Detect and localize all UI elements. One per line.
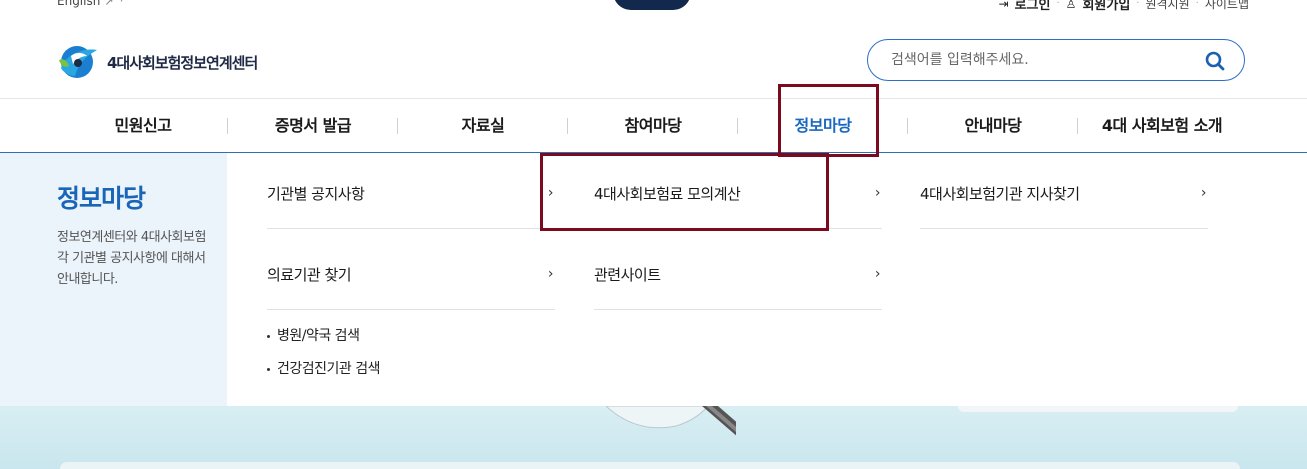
gnb-divider	[737, 118, 738, 134]
signup-link[interactable]: 회원가입	[1082, 0, 1130, 13]
remote-support-link[interactable]: 원격지원	[1145, 0, 1189, 12]
submenu-medical-finder[interactable]: 의료기관 찾기 ›	[267, 239, 555, 310]
submenu-hospital-search[interactable]: 병원/약국 검색	[267, 325, 360, 345]
mega-menu-panel: 정보마당 정보연계센터와 4대사회보험 각 기관별 공지사항에 대해서 안내합니…	[0, 153, 1307, 406]
logo-text: 4대사회보험정보연계센터	[107, 53, 258, 72]
main-navigation: 민원신고 증명서 발급 자료실 참여마당 정보마당 안내마당 4대 사회보험 소…	[0, 98, 1307, 153]
gnb-item-certificate[interactable]: 증명서 발급	[242, 99, 384, 153]
mega-menu-title: 정보마당	[57, 184, 146, 213]
mega-menu-side: 정보마당 정보연계센터와 4대사회보험 각 기관별 공지사항에 대해서 안내합니…	[0, 153, 227, 406]
gnb-item-guide[interactable]: 안내마당	[922, 99, 1064, 153]
submenu-related-sites[interactable]: 관련사이트 ›	[594, 239, 882, 310]
submenu-premium-calculator[interactable]: 4대사회보험료 모의계산 ›	[594, 158, 882, 229]
utility-links: ⇥ 로그인 · ♙ 회원가입 · 원격지원 · 사이트맵	[999, 0, 1249, 13]
submenu-branch-finder[interactable]: 4대사회보험기관 지사찾기 ›	[920, 158, 1208, 229]
center-menu-pill[interactable]	[613, 0, 691, 10]
submenu-agency-notices[interactable]: 기관별 공지사항 ›	[267, 158, 555, 229]
gnb-divider	[1077, 118, 1078, 134]
submenu-health-checkup-search[interactable]: 건강검진기관 검색	[267, 358, 381, 378]
gnb-item-information[interactable]: 정보마당	[752, 99, 894, 153]
language-selector[interactable]: English ↗ ·	[57, 0, 123, 8]
site-logo[interactable]: 4대사회보험정보연계센터	[57, 42, 258, 82]
submenu-label: 관련사이트	[594, 265, 661, 284]
login-icon: ⇥	[998, 0, 1009, 11]
user-icon: ♙	[1065, 0, 1077, 11]
separator-dot: ·	[119, 0, 124, 8]
mega-menu-description: 정보연계센터와 4대사회보험 각 기관별 공지사항에 대해서 안내합니다.	[57, 230, 206, 287]
bullet-icon	[267, 367, 270, 371]
gnb-divider	[397, 118, 398, 134]
submenu-label: 4대사회보험기관 지사찾기	[920, 184, 1080, 203]
chevron-right-icon: ›	[1200, 185, 1207, 201]
gnb-item-complaint[interactable]: 민원신고	[72, 99, 214, 153]
login-link[interactable]: 로그인	[1015, 0, 1051, 13]
bullet-icon	[267, 334, 270, 338]
submenu-label: 4대사회보험료 모의계산	[594, 184, 741, 203]
chevron-right-icon: ›	[547, 266, 554, 282]
hero-bottom-panel	[60, 462, 1240, 469]
gnb-item-archive[interactable]: 자료실	[412, 99, 554, 153]
gnb-divider	[567, 118, 568, 134]
gnb-divider	[907, 118, 908, 134]
sitemap-link[interactable]: 사이트맵	[1205, 0, 1249, 12]
chevron-right-icon: ›	[547, 185, 554, 201]
submenu-item-label: 병원/약국 검색	[277, 328, 360, 344]
gnb-divider	[227, 118, 228, 134]
search-box	[867, 39, 1245, 81]
chevron-right-icon: ›	[874, 185, 881, 201]
gnb-item-participation[interactable]: 참여마당	[582, 99, 724, 153]
submenu-label: 의료기관 찾기	[267, 265, 352, 284]
chevron-right-icon: ›	[874, 266, 881, 282]
magnifier-illustration	[606, 406, 736, 436]
language-label: English	[57, 0, 101, 8]
submenu-item-label: 건강검진기관 검색	[277, 361, 381, 377]
logo-emblem-icon	[59, 46, 97, 78]
search-input[interactable]	[889, 51, 1193, 69]
hero-card	[958, 406, 1238, 412]
separator-dot: ·	[1136, 0, 1140, 9]
separator-dot: ·	[1195, 0, 1199, 9]
external-link-icon: ↗	[104, 0, 114, 8]
submenu-label: 기관별 공지사항	[267, 184, 365, 203]
search-icon[interactable]	[1204, 50, 1226, 72]
separator-dot: ·	[1056, 0, 1060, 9]
gnb-item-introduction[interactable]: 4대 사회보험 소개	[1082, 99, 1242, 153]
